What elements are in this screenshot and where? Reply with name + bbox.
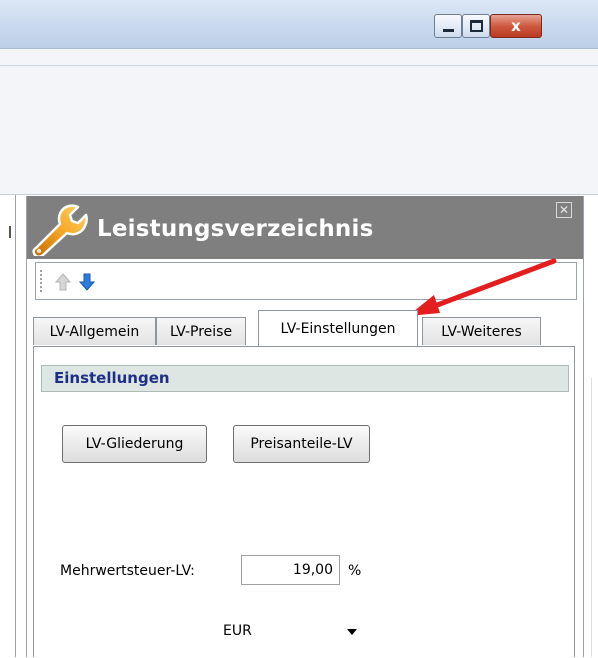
maximize-button[interactable]: [462, 14, 490, 38]
mwst-label: Mehrwertsteuer-LV:: [60, 563, 195, 579]
lv-gliederung-button[interactable]: LV-Gliederung: [62, 425, 207, 463]
arrow-up-icon[interactable]: [54, 272, 72, 292]
minimize-icon: [442, 28, 454, 32]
toolbar-divider: [0, 65, 598, 66]
close-icon: x: [511, 16, 521, 35]
tab-content: [33, 346, 575, 657]
panel-toolbar: [35, 262, 577, 300]
tab-lv-preise[interactable]: LV-Preise: [156, 317, 246, 345]
currency-value: EUR: [223, 623, 252, 639]
maximize-icon: [469, 20, 483, 32]
panel-header: Leistungsverzeichnis ✕: [27, 196, 583, 259]
panel-title: Leistungsverzeichnis: [97, 216, 374, 242]
tab-lv-allgemein[interactable]: LV-Allgemein: [33, 317, 156, 345]
close-window-button[interactable]: x: [490, 14, 542, 38]
currency-select[interactable]: EUR: [220, 615, 370, 647]
toolbar-area: [0, 49, 598, 194]
panel-close-button[interactable]: ✕: [556, 202, 572, 218]
tab-lv-weiteres[interactable]: LV-Weiteres: [422, 317, 541, 345]
left-panel: [0, 195, 16, 657]
chevron-down-icon: [347, 629, 357, 635]
preisanteile-lv-button[interactable]: Preisanteile-LV: [233, 425, 370, 463]
mwst-input[interactable]: 19,00: [241, 555, 340, 585]
section-header-einstellungen: Einstellungen: [41, 365, 569, 392]
tab-lv-einstellungen[interactable]: LV-Einstellungen: [258, 310, 418, 346]
mwst-unit: %: [348, 563, 362, 579]
wrench-icon: [32, 204, 88, 256]
arrow-down-icon[interactable]: [78, 272, 96, 292]
splitter-handle[interactable]: [9, 226, 11, 238]
lv-panel: Leistungsverzeichnis ✕ LV-Allgemein LV-P…: [26, 196, 584, 657]
tab-bar: LV-Allgemein LV-Preise LV-Einstellungen …: [33, 309, 581, 349]
toolbar-grip: [40, 270, 42, 292]
minimize-button[interactable]: [434, 14, 462, 38]
right-scroll-edge: [591, 378, 598, 657]
window-titlebar: x: [0, 0, 598, 49]
